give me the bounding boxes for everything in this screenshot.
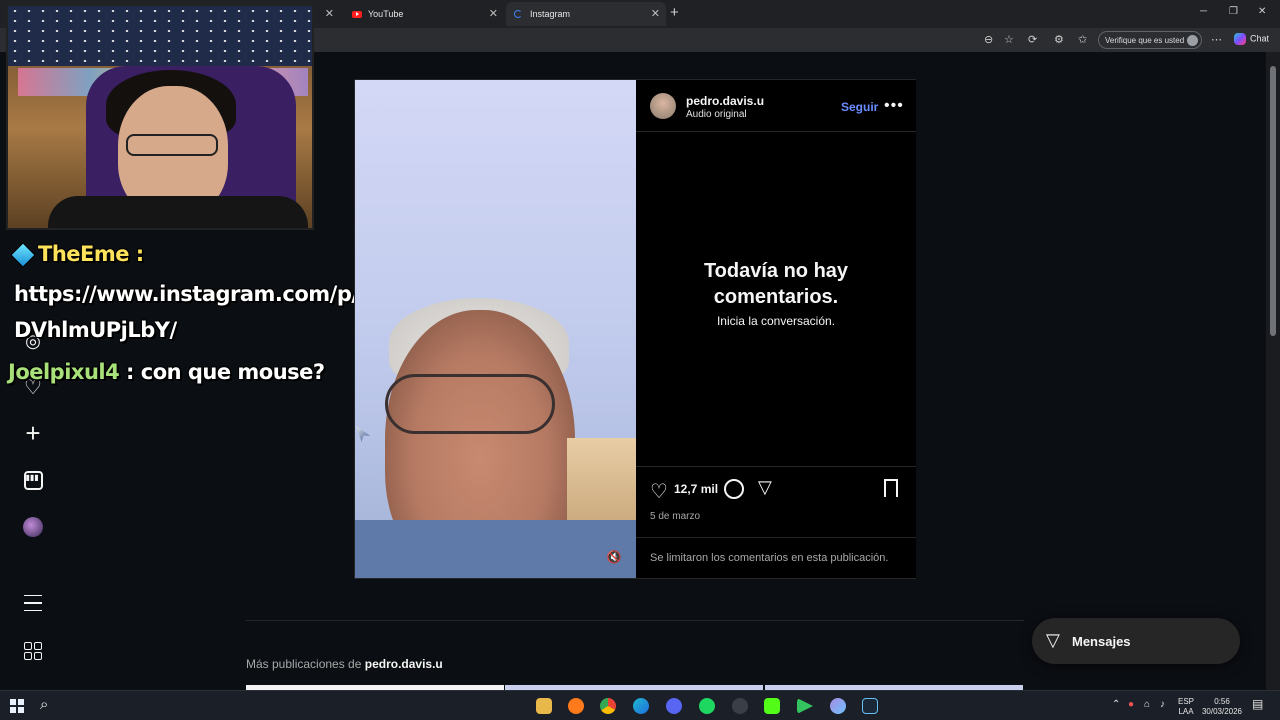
chat-label: Chat <box>1250 33 1270 44</box>
minimize-icon[interactable]: ─ <box>1200 6 1207 17</box>
tray-app-icon[interactable]: ● <box>1128 700 1134 710</box>
youtube-icon <box>352 10 362 18</box>
steam-icon[interactable] <box>862 698 878 714</box>
new-tab-button[interactable]: + <box>670 4 679 21</box>
language-indicator[interactable]: ESP LAA <box>1178 697 1194 717</box>
like-heart-icon[interactable]: ♡ <box>650 479 668 504</box>
chat-message-text: con que mouse? <box>133 360 325 384</box>
browser-tab-instagram[interactable]: Instagram ✕ <box>506 2 666 26</box>
apps-grid-icon[interactable] <box>22 640 44 662</box>
chat-message-text: DVhlmUPjLbY/ <box>14 318 177 342</box>
section-divider <box>246 620 1024 621</box>
browser-tab-youtube[interactable]: YouTube ✕ <box>344 2 504 26</box>
sword-badge-icon <box>10 242 36 268</box>
start-conversation-text: Inicia la conversación. <box>716 314 836 328</box>
network-icon[interactable]: ⌂ <box>1144 700 1150 710</box>
follow-button[interactable]: Seguir <box>841 100 878 114</box>
extensions-icon[interactable]: ⚙ <box>1054 33 1064 46</box>
refresh-icon[interactable]: ⟳ <box>1028 33 1037 46</box>
edge-icon[interactable] <box>633 698 649 714</box>
favorites-icon[interactable]: ✩ <box>1078 33 1087 46</box>
more-posts-username[interactable]: pedro.davis.u <box>365 657 443 671</box>
post-date[interactable]: 5 de marzo <box>650 511 700 522</box>
windows-start-icon[interactable] <box>10 699 24 713</box>
search-icon[interactable]: ⌕ <box>40 696 48 713</box>
page-scrollbar[interactable] <box>1266 52 1280 690</box>
more-options-icon[interactable]: ••• <box>884 97 904 115</box>
profile-avatar <box>23 517 43 537</box>
profile-nav[interactable] <box>22 516 44 538</box>
more-posts-heading: Más publicaciones de pedro.davis.u <box>246 657 443 671</box>
instagram-post: 🔇 pedro.davis.u Audio original Seguir ••… <box>354 79 916 579</box>
close-tab-icon[interactable]: ✕ <box>325 7 334 20</box>
notifications-icon[interactable]: ▤ <box>1252 698 1263 710</box>
copilot-icon <box>1234 33 1246 45</box>
like-count[interactable]: 12,7 mil <box>674 482 718 496</box>
close-tab-icon[interactable]: ✕ <box>489 7 498 20</box>
messages-label: Mensajes <box>1072 634 1131 649</box>
comments-limited-notice: Se limitaron los comentarios en esta pub… <box>636 537 916 564</box>
menu-icon[interactable] <box>22 592 44 614</box>
post-video[interactable]: 🔇 <box>355 80 636 578</box>
copilot-chat-button[interactable]: Chat <box>1234 33 1269 45</box>
maximize-icon[interactable]: ❐ <box>1229 6 1238 17</box>
verify-label: Verifique que es usted <box>1105 36 1185 45</box>
muted-speaker-icon[interactable]: 🔇 <box>605 550 623 568</box>
verify-identity-button[interactable]: Verifique que es usted <box>1098 31 1202 49</box>
app-icon[interactable] <box>830 698 846 714</box>
more-options-icon[interactable]: ⋯ <box>1211 33 1222 46</box>
messages-button[interactable]: ▽ Mensajes <box>1032 618 1240 664</box>
chat-username: TheEme <box>38 242 130 266</box>
favorite-star-icon[interactable]: ☆ <box>1004 33 1014 46</box>
stream-chat-message: Joelpixul4 : con que mouse? <box>8 360 325 384</box>
messages-send-icon: ▽ <box>1046 630 1060 650</box>
stream-chat-message: DVhlmUPjLbY/ <box>14 318 177 342</box>
comment-icon[interactable] <box>724 479 744 499</box>
dashboard-icon: ▮▮▮ <box>23 470 43 490</box>
windows-taskbar: ⌕ ⌃ ● ⌂ ♪ ESP LAA 0:56 30/03/2026 ▤ <box>0 690 1280 720</box>
loading-icon <box>514 10 522 18</box>
post-actions: ♡ 12,7 mil ▽ 5 de marzo Se limitaron los… <box>636 466 916 578</box>
file-explorer-icon[interactable] <box>536 698 552 714</box>
post-header: pedro.davis.u Audio original Seguir ••• <box>636 80 916 132</box>
no-comments-heading: Todavía no hay comentarios. <box>703 260 849 308</box>
scrollbar-thumb[interactable] <box>1270 66 1276 336</box>
dashboard-nav[interactable]: ▮▮▮ <box>22 469 44 491</box>
streamer-webcam <box>6 4 314 230</box>
chat-message-text: https://www.instagram.com/p/ <box>14 282 359 306</box>
close-tab-icon[interactable]: ✕ <box>651 7 660 20</box>
obs-icon[interactable] <box>732 698 748 714</box>
play-icon[interactable] <box>797 698 813 714</box>
tab-label: YouTube <box>368 9 404 19</box>
tab-label: Instagram <box>530 9 571 19</box>
bookmark-icon[interactable] <box>884 479 898 497</box>
firefox-icon[interactable] <box>568 698 584 714</box>
spotify-icon[interactable] <box>699 698 715 714</box>
volume-icon[interactable]: ♪ <box>1160 700 1165 710</box>
close-window-icon[interactable]: ✕ <box>1258 6 1266 17</box>
zoom-icon[interactable]: ⊖ <box>984 33 993 46</box>
kick-icon[interactable] <box>764 698 780 714</box>
post-sidebar: pedro.davis.u Audio original Seguir ••• … <box>636 80 916 578</box>
create-plus-icon[interactable]: + <box>22 418 44 448</box>
author-avatar[interactable] <box>650 93 676 119</box>
chrome-icon[interactable] <box>600 698 616 714</box>
share-icon[interactable]: ▽ <box>758 477 772 498</box>
profile-avatar-icon <box>1187 35 1198 46</box>
author-username[interactable]: pedro.davis.u <box>686 94 764 108</box>
tray-chevron-icon[interactable]: ⌃ <box>1112 700 1120 710</box>
stream-chat-message: https://www.instagram.com/p/ <box>14 282 359 306</box>
audio-label[interactable]: Audio original <box>686 109 747 120</box>
discord-icon[interactable] <box>666 698 682 714</box>
chat-username: Joelpixul4 <box>8 360 120 384</box>
clock[interactable]: 0:56 30/03/2026 <box>1200 697 1244 717</box>
stream-chat-message: TheEme : <box>10 242 144 268</box>
